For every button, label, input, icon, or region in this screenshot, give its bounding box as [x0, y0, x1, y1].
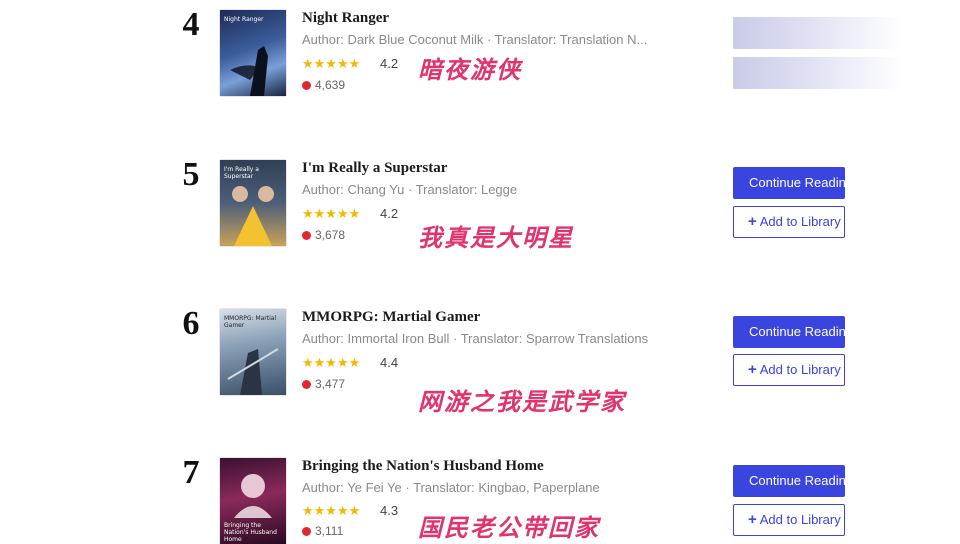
ranking-row-6: 6 MMORPG: Martial Gamer MMORPG: Martial … — [0, 299, 960, 449]
book-author-translator: Author: Chang Yu · Translator: Legge — [302, 182, 518, 197]
star-rating-icon: ★★★★★ — [302, 56, 361, 71]
reader-count: 4,639 — [302, 78, 345, 92]
cover-figure — [232, 186, 274, 246]
cover-figure — [234, 474, 272, 518]
add-to-library-label: Add to Library — [759, 512, 841, 527]
add-to-library-label: Add to Library — [759, 214, 841, 229]
continue-reading-button[interactable]: Continue Reading — [733, 167, 845, 199]
cover-figure — [230, 46, 268, 96]
rating-score: 4.4 — [380, 355, 399, 370]
add-to-library-button[interactable]: + Add to Library — [733, 504, 845, 536]
chinese-title-caption: 暗夜游侠 — [418, 55, 522, 84]
continue-reading-button-blurred[interactable] — [733, 17, 903, 49]
reader-count: 3,678 — [302, 228, 345, 242]
ranking-row-5: 5 I'm Really a Superstar I'm Really a Su… — [0, 150, 960, 300]
book-cover[interactable]: Night Ranger — [220, 10, 286, 96]
book-author-translator: Author: Dark Blue Coconut Milk · Transla… — [302, 32, 648, 47]
reader-count-value: 4,639 — [315, 78, 346, 92]
fire-dot-icon — [302, 527, 311, 536]
star-rating-icon: ★★★★★ — [302, 206, 361, 221]
chinese-title-caption: 国民老公带回家 — [418, 513, 600, 542]
rank-number: 4 — [182, 6, 200, 43]
continue-reading-button[interactable]: Continue Reading — [733, 465, 845, 497]
star-rating-icon: ★★★★★ — [302, 503, 361, 518]
rank-number: 5 — [182, 156, 200, 193]
reader-count-value: 3,678 — [315, 228, 346, 242]
book-author-translator: Author: Ye Fei Ye · Translator: Kingbao,… — [302, 480, 600, 495]
add-to-library-button[interactable]: + Add to Library — [733, 354, 845, 386]
reader-count-value: 3,111 — [315, 524, 344, 538]
fire-dot-icon — [302, 231, 311, 240]
book-title[interactable]: I'm Really a Superstar — [302, 160, 447, 177]
rating-score: 4.2 — [380, 206, 399, 221]
rank-number: 6 — [182, 305, 200, 342]
plus-icon: + — [748, 213, 757, 230]
ranking-row-4: 4 Night Ranger Night Ranger Author: Dark… — [0, 0, 960, 150]
reader-count: 3,111 — [302, 524, 343, 538]
cover-figure — [227, 348, 279, 395]
rating-score: 4.3 — [380, 503, 399, 518]
rating-score: 4.2 — [380, 56, 399, 71]
book-cover[interactable]: Bringing the Nation's Husband Home — [220, 458, 286, 544]
reader-count-value: 3,477 — [315, 377, 346, 391]
chinese-title-caption: 我真是大明星 — [418, 223, 574, 252]
book-cover[interactable]: MMORPG: Martial Gamer — [220, 309, 286, 395]
add-to-library-label: Add to Library — [759, 362, 841, 377]
rank-number: 7 — [182, 454, 200, 491]
book-cover[interactable]: I'm Really a Superstar — [220, 160, 286, 246]
fire-dot-icon — [302, 81, 311, 90]
add-to-library-button[interactable]: + Add to Library — [733, 206, 845, 238]
fire-dot-icon — [302, 380, 311, 389]
chinese-title-caption: 网游之我是武学家 — [418, 387, 626, 416]
reader-count: 3,477 — [302, 377, 345, 391]
plus-icon: + — [748, 361, 757, 378]
continue-reading-button[interactable]: Continue Reading — [733, 316, 845, 348]
book-title[interactable]: Bringing the Nation's Husband Home — [302, 458, 544, 475]
book-author-translator: Author: Immortal Iron Bull · Translator:… — [302, 331, 649, 346]
star-rating-icon: ★★★★★ — [302, 355, 361, 370]
book-title[interactable]: Night Ranger — [302, 10, 389, 27]
add-to-library-button-blurred[interactable] — [733, 57, 903, 89]
ranking-row-7: 7 Bringing the Nation's Husband Home Bri… — [0, 448, 960, 544]
book-title[interactable]: MMORPG: Martial Gamer — [302, 309, 480, 326]
plus-icon: + — [748, 511, 757, 528]
